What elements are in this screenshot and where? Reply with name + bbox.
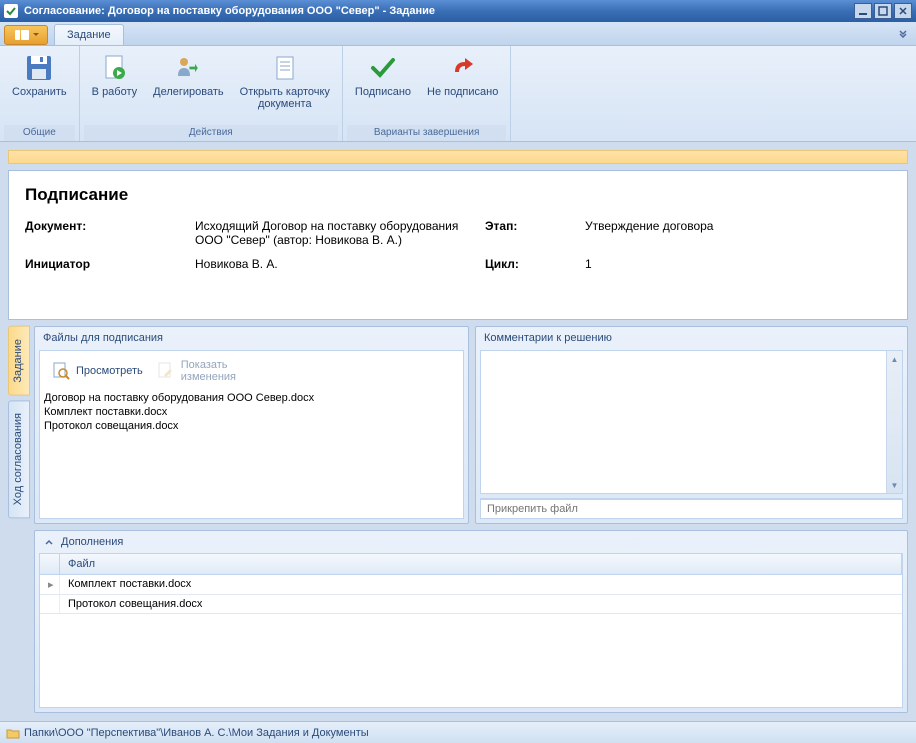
file-item[interactable]: Протокол совещания.docx xyxy=(44,419,459,433)
file-item[interactable]: Договор на поставку оборудования ООО Сев… xyxy=(44,391,459,405)
cycle-label: Цикл: xyxy=(485,257,585,271)
info-panel: Подписание Документ: Исходящий Договор н… xyxy=(8,170,908,320)
grid-row[interactable]: Протокол совещания.docx xyxy=(40,595,902,614)
scroll-up-icon[interactable]: ▲ xyxy=(887,351,902,367)
app-menu-button[interactable] xyxy=(4,25,48,45)
group-label-common: Общие xyxy=(4,125,75,141)
side-tab-progress[interactable]: Ход согласования xyxy=(8,400,30,518)
ribbon-group-complete: Подписано Не подписано Варианты завершен… xyxy=(343,46,511,141)
work-area: Задание Ход согласования Файлы для подпи… xyxy=(8,326,908,713)
grid-row[interactable]: ▸ Комплект поставки.docx xyxy=(40,575,902,595)
ribbon-group-actions: В работу Делегировать Открыть карточку д… xyxy=(80,46,343,141)
document-icon xyxy=(269,52,301,84)
statusbar: Папки\ООО "Перспектива"\Иванов А. С.\Мои… xyxy=(0,721,916,743)
doc-label: Документ: xyxy=(25,219,195,247)
row-indicator-icon: ▸ xyxy=(40,575,60,594)
delegate-icon xyxy=(172,52,204,84)
not-signed-button[interactable]: Не подписано xyxy=(419,48,506,102)
group-label-complete: Варианты завершения xyxy=(347,125,506,141)
stage-label: Этап: xyxy=(485,219,585,247)
files-panel: Файлы для подписания Просмотреть xyxy=(34,326,469,524)
comments-textarea[interactable] xyxy=(481,351,902,493)
minimize-button[interactable] xyxy=(854,3,872,19)
side-tab-task[interactable]: Задание xyxy=(8,326,30,396)
document-play-icon xyxy=(98,52,130,84)
save-button[interactable]: Сохранить xyxy=(4,48,75,102)
additions-title: Дополнения xyxy=(61,536,123,548)
ribbon-group-common: Сохранить Общие xyxy=(0,46,80,141)
row-header-col xyxy=(40,554,60,574)
folder-icon xyxy=(6,727,20,739)
ribbon: Сохранить Общие В работу Делегировать xyxy=(0,46,916,142)
file-list[interactable]: Договор на поставку оборудования ООО Сев… xyxy=(40,389,463,518)
tab-task[interactable]: Задание xyxy=(54,24,124,45)
window-title: Согласование: Договор на поставку оборуд… xyxy=(24,5,854,17)
changes-icon xyxy=(155,360,177,382)
initiator-label: Инициатор xyxy=(25,257,195,271)
attach-file-input[interactable] xyxy=(480,499,903,519)
signed-button[interactable]: Подписано xyxy=(347,48,419,102)
file-column-header[interactable]: Файл xyxy=(60,554,902,574)
scroll-down-icon[interactable]: ▼ xyxy=(887,477,902,493)
ribbon-tab-row: Задание xyxy=(0,22,916,46)
comments-title: Комментарии к решению xyxy=(476,327,907,346)
show-changes-button[interactable]: Показать изменения xyxy=(151,357,240,385)
delegate-button[interactable]: Делегировать xyxy=(145,48,232,102)
initiator-value: Новикова В. А. xyxy=(195,257,485,271)
additions-grid: Файл ▸ Комплект поставки.docx Протокол с… xyxy=(39,553,903,708)
scrollbar[interactable]: ▲ ▼ xyxy=(886,351,902,493)
accent-band xyxy=(8,150,908,164)
titlebar: Согласование: Договор на поставку оборуд… xyxy=(0,0,916,22)
doc-value: Исходящий Договор на поставку оборудован… xyxy=(195,219,485,247)
app-icon xyxy=(4,4,18,18)
group-label-actions: Действия xyxy=(84,125,338,141)
side-tabs: Задание Ход согласования xyxy=(8,326,30,713)
status-path: Папки\ООО "Перспектива"\Иванов А. С.\Мои… xyxy=(24,727,369,739)
comments-panel: Комментарии к решению ▲ ▼ xyxy=(475,326,908,524)
file-item[interactable]: Комплект поставки.docx xyxy=(44,405,459,419)
page-heading: Подписание xyxy=(25,185,891,205)
magnifier-icon xyxy=(50,360,72,382)
cycle-value: 1 xyxy=(585,257,891,271)
chevron-up-icon[interactable] xyxy=(43,536,55,548)
view-file-button[interactable]: Просмотреть xyxy=(46,357,147,385)
files-toolbar: Просмотреть Показать изменения xyxy=(40,351,463,389)
content-area: Подписание Документ: Исходящий Договор н… xyxy=(0,142,916,721)
open-card-button[interactable]: Открыть карточку документа xyxy=(232,48,338,114)
close-button[interactable] xyxy=(894,3,912,19)
maximize-button[interactable] xyxy=(874,3,892,19)
stage-value: Утверждение договора xyxy=(585,219,891,247)
files-title: Файлы для подписания xyxy=(35,327,468,346)
ribbon-collapse-icon[interactable] xyxy=(896,26,910,40)
redo-arrow-icon xyxy=(447,52,479,84)
check-icon xyxy=(367,52,399,84)
additions-panel: Дополнения Файл ▸ Комплект поставки.docx… xyxy=(34,530,908,713)
start-work-button[interactable]: В работу xyxy=(84,48,145,102)
floppy-icon xyxy=(23,52,55,84)
